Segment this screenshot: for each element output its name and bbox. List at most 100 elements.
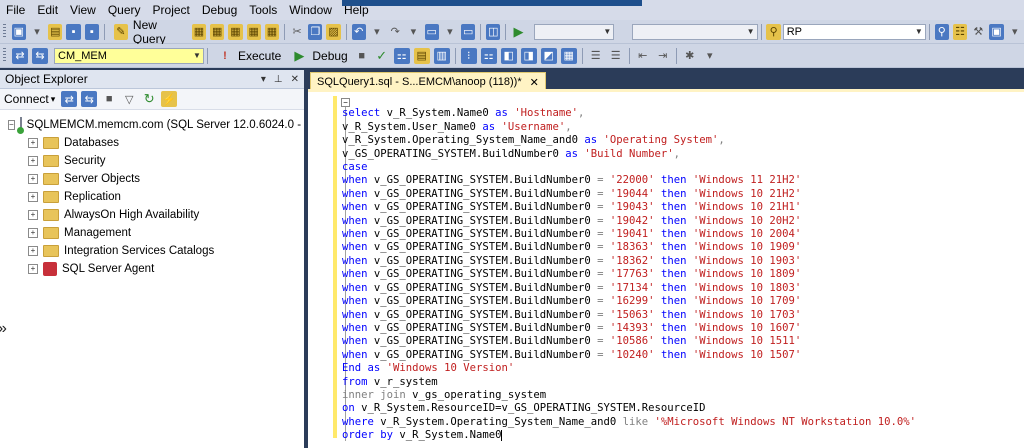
new-project-icon[interactable]: ▣: [11, 23, 26, 40]
expand-icon[interactable]: +: [28, 192, 38, 202]
paste-icon[interactable]: ▨: [326, 23, 341, 40]
find-icon[interactable]: ⚲: [766, 23, 781, 40]
expand-icon[interactable]: +: [28, 228, 38, 238]
activity-icon[interactable]: ⚡: [161, 91, 178, 107]
navigate-icon[interactable]: ▭: [424, 23, 439, 40]
menu-query[interactable]: Query: [102, 3, 147, 17]
mdx-query-icon[interactable]: ▦: [228, 23, 243, 40]
intellisense-icon[interactable]: ⁝: [460, 47, 477, 64]
tree-node-integration-services-catalogs[interactable]: + Integration Services Catalogs: [0, 242, 304, 260]
copy-icon[interactable]: ❐: [308, 23, 323, 40]
uncomment-icon[interactable]: ☰: [608, 48, 624, 64]
start-icon[interactable]: ▶: [511, 24, 525, 40]
tree-node-sql-server-agent[interactable]: + SQL Server Agent: [0, 260, 304, 278]
window-icon[interactable]: ▭: [461, 23, 476, 40]
tree-node-replication[interactable]: + Replication: [0, 188, 304, 206]
connect-oe-icon[interactable]: ⇄: [61, 91, 78, 107]
expand-icon[interactable]: +: [28, 138, 38, 148]
menu-window[interactable]: Window: [283, 3, 338, 17]
menu-edit[interactable]: Edit: [31, 3, 64, 17]
undo-dropdown-icon[interactable]: ▾: [370, 24, 384, 40]
decrease-indent-icon[interactable]: ⇤: [635, 48, 651, 64]
save-all-icon[interactable]: ▪: [84, 23, 99, 40]
template-parameters-icon[interactable]: ✱: [682, 48, 698, 64]
execute-button[interactable]: ! Execute: [211, 48, 285, 64]
disconnect-icon[interactable]: ⇆: [81, 91, 98, 107]
menu-project[interactable]: Project: [147, 3, 196, 17]
tree-node-server-objects[interactable]: + Server Objects: [0, 170, 304, 188]
stop-icon[interactable]: ■: [101, 91, 117, 107]
filter-icon[interactable]: ▽: [121, 91, 137, 107]
toolbar-overflow-icon[interactable]: ▾: [702, 48, 718, 64]
client-stats-icon[interactable]: ◨: [520, 47, 537, 64]
connect-dropdown-icon[interactable]: ▾: [51, 94, 56, 105]
cut-icon[interactable]: ✂: [290, 24, 304, 40]
options-icon[interactable]: ▣: [989, 23, 1004, 40]
folder-icon: [43, 173, 59, 185]
tree-node-alwayson-high-availability[interactable]: + AlwaysOn High Availability: [0, 206, 304, 224]
dropdown-arrow-icon[interactable]: ▾: [30, 24, 44, 40]
expand-icon[interactable]: +: [28, 210, 38, 220]
query-editor[interactable]: − select v_R_System.Name0 as 'Hostname',…: [308, 92, 1024, 448]
tree-node-management[interactable]: + Management: [0, 224, 304, 242]
collapsed-panel-chevron-icon[interactable]: »: [0, 320, 7, 338]
search-combo[interactable]: RP ▼: [782, 23, 926, 40]
refresh-icon[interactable]: ↻: [141, 91, 157, 107]
estimated-plan-icon[interactable]: ⚏: [393, 47, 410, 64]
increase-indent-icon[interactable]: ⇥: [655, 48, 671, 64]
tools-icon[interactable]: ⚒: [971, 24, 985, 40]
expand-icon[interactable]: +: [28, 174, 38, 184]
tree-node-security[interactable]: + Security: [0, 152, 304, 170]
results-to-grid-icon[interactable]: ▦: [560, 47, 577, 64]
menu-file[interactable]: File: [0, 3, 31, 17]
redo-dropdown-icon[interactable]: ▾: [406, 24, 420, 40]
cancel-query-icon[interactable]: ■: [354, 48, 370, 64]
pin-icon[interactable]: ⊥: [274, 74, 283, 85]
toolbar-grip[interactable]: [3, 24, 6, 39]
dmx-query-icon[interactable]: ▦: [246, 23, 261, 40]
close-tab-icon[interactable]: ✕: [530, 76, 539, 89]
menu-view[interactable]: View: [64, 3, 102, 17]
overflow-dropdown-icon[interactable]: ▾: [1008, 24, 1022, 40]
live-stats-icon[interactable]: ◧: [500, 47, 517, 64]
properties-icon[interactable]: ☷: [952, 23, 968, 40]
database-engine-query-icon[interactable]: ▦: [191, 23, 207, 40]
connect-button[interactable]: Connect: [4, 92, 49, 106]
specify-values-icon[interactable]: ▥: [433, 47, 450, 64]
results-to-text-icon[interactable]: ◩: [540, 47, 557, 64]
menu-debug[interactable]: Debug: [196, 3, 243, 17]
window-position-icon[interactable]: ▾: [261, 74, 266, 85]
tree-node-databases[interactable]: + Databases: [0, 134, 304, 152]
collapse-icon[interactable]: −: [8, 120, 15, 130]
expand-icon[interactable]: +: [28, 246, 38, 256]
menu-tools[interactable]: Tools: [243, 3, 283, 17]
query-designer-icon[interactable]: ▤: [413, 47, 430, 64]
expand-icon[interactable]: +: [28, 156, 38, 166]
activity-monitor-icon[interactable]: ◫: [486, 23, 501, 40]
xmla-query-icon[interactable]: ▦: [264, 23, 280, 40]
undo-icon[interactable]: ↶: [351, 23, 366, 40]
connect-icon[interactable]: ⇄: [12, 47, 28, 64]
comment-icon[interactable]: ☰: [588, 48, 604, 64]
redo-icon[interactable]: ↷: [388, 24, 402, 40]
open-file-icon[interactable]: ▤: [48, 23, 63, 40]
change-connection-icon[interactable]: ⇆: [32, 47, 48, 64]
actual-plan-icon[interactable]: ⚏: [480, 47, 497, 64]
navigate-dropdown-icon[interactable]: ▾: [443, 24, 457, 40]
new-query-button[interactable]: ✎ New Query: [108, 18, 190, 46]
execute-label: Execute: [238, 48, 282, 63]
debug-button[interactable]: ▶ Debug: [285, 48, 351, 64]
close-icon[interactable]: ✕: [291, 74, 299, 85]
analysis-query-icon[interactable]: ▦: [210, 23, 225, 40]
toolbar-grip[interactable]: [3, 48, 6, 63]
solution-platform-combo[interactable]: ▼: [632, 23, 758, 40]
solution-config-combo[interactable]: ▼: [533, 23, 615, 40]
code-line: when v_GS_OPERATING_SYSTEM.BuildNumber0 …: [342, 348, 802, 361]
save-icon[interactable]: ▪: [66, 23, 81, 40]
chevron-down-icon: ▼: [914, 27, 923, 36]
find-in-files-icon[interactable]: ⚲: [934, 23, 949, 40]
parse-icon[interactable]: ✓: [374, 48, 390, 64]
expand-icon[interactable]: +: [28, 264, 38, 274]
available-databases-combo[interactable]: CM_MEM ▼: [54, 47, 204, 64]
server-node[interactable]: − SQLMEMCM.memcm.com (SQL Server 12.0.60…: [0, 116, 304, 134]
